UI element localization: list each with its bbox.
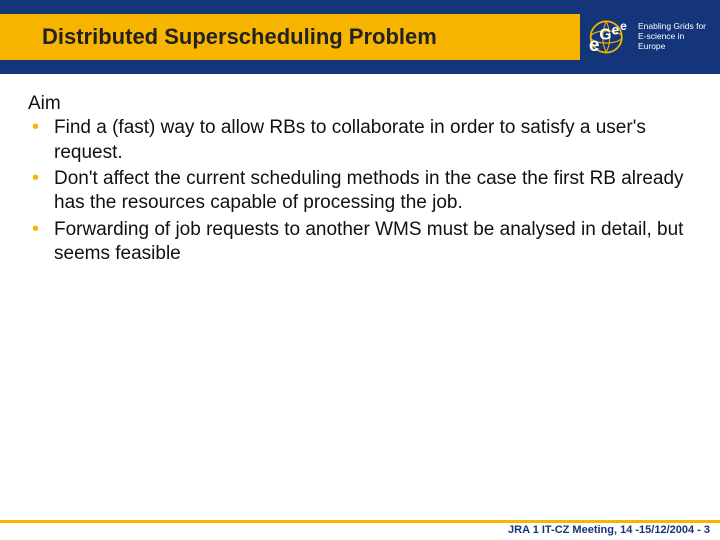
svg-text:G: G [599, 27, 611, 44]
logo-tagline: Enabling Grids for E-science in Europe [638, 22, 714, 51]
logo-tag-line2: E-science in Europe [638, 32, 714, 52]
footer-text: JRA 1 IT-CZ Meeting, 14 -15/12/2004 - 3 [0, 523, 720, 536]
list-item: Don't affect the current scheduling meth… [28, 167, 692, 216]
svg-text:e: e [611, 21, 619, 37]
slide-content: Aim Find a (fast) way to allow RBs to co… [0, 74, 720, 266]
list-item: Forwarding of job requests to another WM… [28, 218, 692, 267]
footer: JRA 1 IT-CZ Meeting, 14 -15/12/2004 - 3 [0, 520, 720, 540]
bullet-list: Find a (fast) way to allow RBs to collab… [28, 116, 692, 266]
slide-title: Distributed Superscheduling Problem [42, 24, 437, 50]
svg-text:e: e [589, 35, 600, 56]
aim-heading: Aim [28, 92, 692, 116]
title-band: Distributed Superscheduling Problem [0, 14, 580, 60]
list-item: Find a (fast) way to allow RBs to collab… [28, 116, 692, 165]
svg-text:e: e [620, 19, 627, 33]
header-bar: Distributed Superscheduling Problem e G … [0, 0, 720, 74]
egee-logo-icon: e G e e [582, 11, 634, 63]
bullet-text: Find a (fast) way to allow RBs to collab… [54, 117, 646, 162]
bullet-text: Don't affect the current scheduling meth… [54, 168, 684, 213]
logo-area: e G e e Enabling Grids for E-science in … [580, 0, 720, 74]
bullet-text: Forwarding of job requests to another WM… [54, 219, 683, 264]
